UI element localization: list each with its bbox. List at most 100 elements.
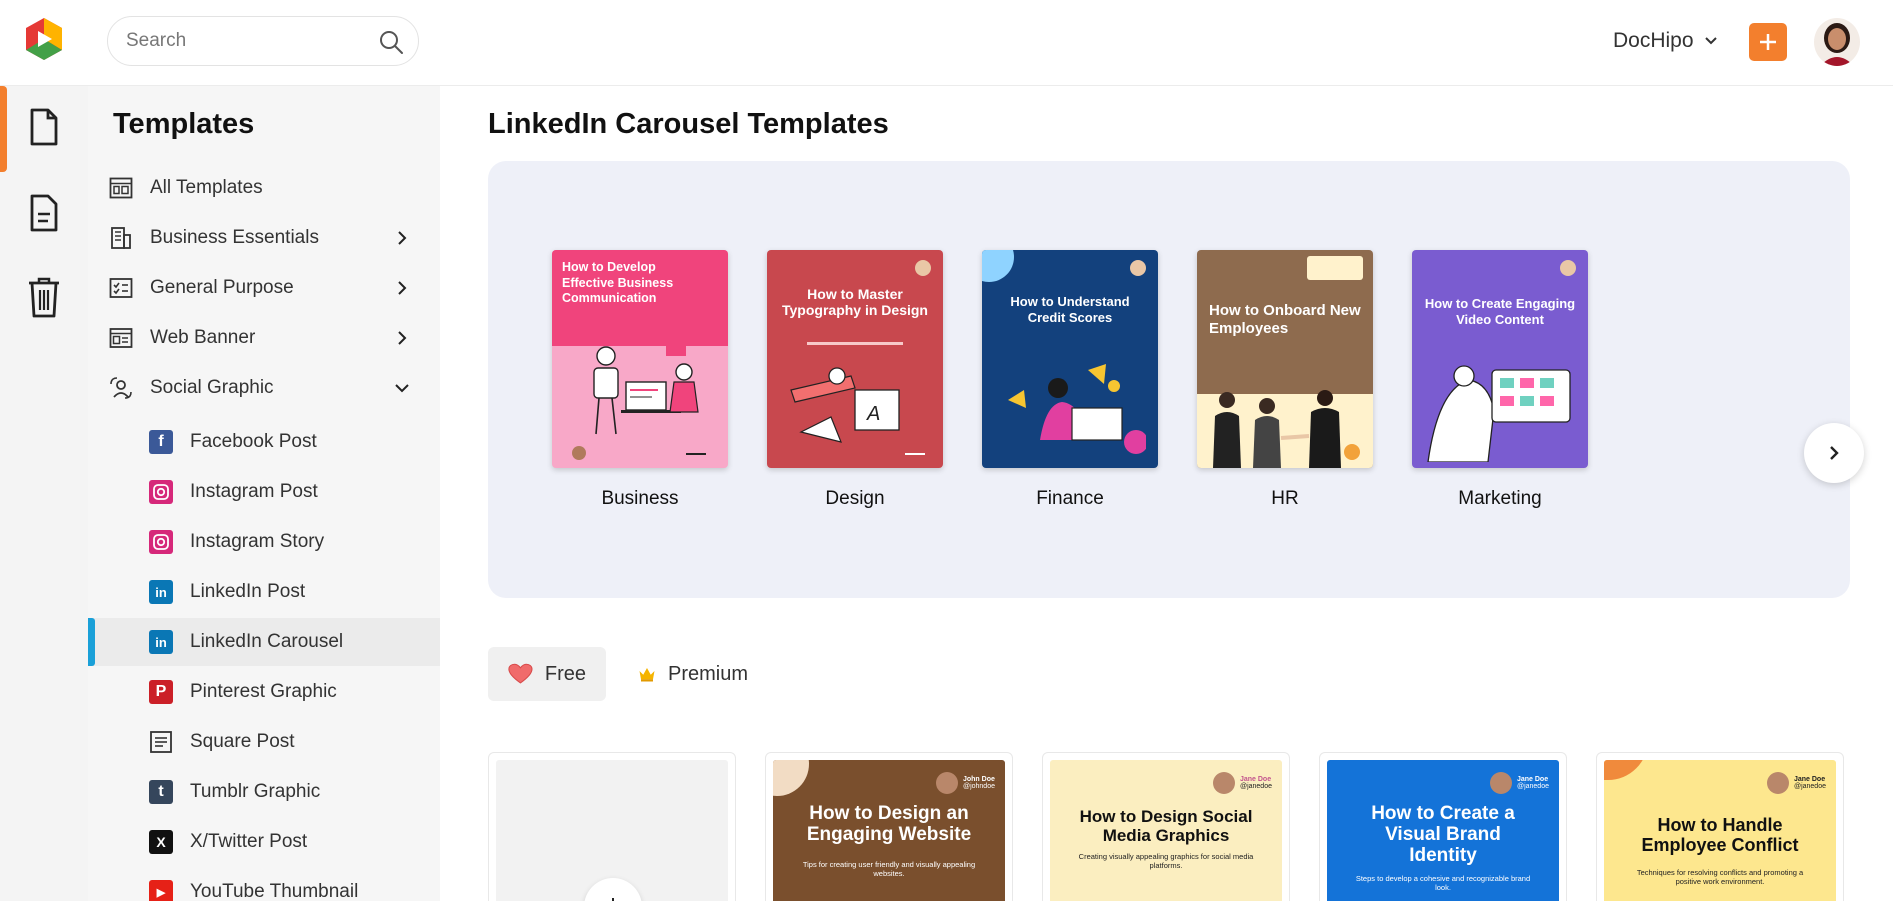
category-label: Marketing	[1458, 488, 1542, 509]
sidebar-item-linkedin-carousel[interactable]: in LinkedIn Carousel	[88, 618, 440, 666]
sidebar-item-pinterest-graphic[interactable]: P Pinterest Graphic	[88, 668, 440, 716]
sidebar-item-social-graphic[interactable]: Social Graphic	[88, 364, 440, 412]
template-subtitle: Steps to develop a cohesive and recogniz…	[1355, 874, 1531, 892]
rail-active-indicator	[0, 86, 7, 172]
author-handle: @johndoe	[962, 783, 995, 790]
category-card-business[interactable]: How to Develop Effective Business Commun…	[552, 250, 728, 510]
category-label: Design	[825, 488, 885, 509]
filter-free[interactable]: Free	[488, 647, 606, 701]
pinterest-icon: P	[149, 680, 173, 704]
sidebar-item-label: Facebook Post	[190, 431, 317, 452]
author-handle: @janedoe	[1793, 783, 1826, 790]
template-card-blank[interactable]	[488, 752, 736, 901]
category-thumbnail: How to Create Engaging Video Content	[1412, 250, 1588, 468]
sidebar-item-square-post[interactable]: Square Post	[88, 718, 440, 766]
template-card[interactable]: John Doe @johndoe How to Design an Engagi…	[765, 752, 1013, 901]
left-rail	[0, 86, 88, 901]
chevron-down-icon	[395, 384, 409, 393]
heart-icon	[508, 663, 533, 684]
chevron-right-icon	[1830, 446, 1839, 460]
search-box[interactable]	[107, 16, 419, 66]
template-title: How to Handle Employee Conflict	[1641, 815, 1799, 855]
banner-icon	[109, 328, 133, 348]
youtube-icon: ▶	[149, 880, 173, 901]
sidebar-item-general-purpose[interactable]: General Purpose	[88, 264, 440, 312]
add-blank-button[interactable]	[584, 878, 642, 901]
workspace-dropdown[interactable]: DocHipo	[1613, 26, 1718, 56]
workspace-name: DocHipo	[1613, 29, 1694, 52]
category-thumbnail: How to Master Typography in Design A	[767, 250, 943, 468]
sidebar-title: Templates	[113, 108, 255, 140]
crown-icon	[639, 668, 655, 682]
template-card[interactable]: Jane Doe @janedoe How to Create a Visual …	[1319, 752, 1567, 901]
chevron-right-icon	[398, 281, 407, 295]
sidebar-item-linkedin-post[interactable]: in LinkedIn Post	[88, 568, 440, 616]
sidebar-item-instagram-story[interactable]: Instagram Story	[88, 518, 440, 566]
sidebar-item-web-banner[interactable]: Web Banner	[88, 314, 440, 362]
plus-icon	[612, 898, 614, 901]
chevron-down-icon	[1704, 37, 1717, 45]
search-input[interactable]	[126, 17, 366, 65]
linkedin-icon: in	[149, 580, 173, 604]
sidebar-item-label: LinkedIn Post	[190, 581, 306, 602]
instagram-icon	[149, 480, 173, 504]
author-name: John Doe	[962, 776, 995, 783]
template-title: How to Design Social Media Graphics	[1079, 807, 1253, 845]
category-card-finance[interactable]: How to Understand Credit Scores Finance	[982, 250, 1158, 510]
chevron-right-icon	[398, 231, 407, 245]
sidebar-item-label: Web Banner	[150, 327, 256, 348]
building-icon	[111, 227, 131, 249]
sidebar-item-label: Tumblr Graphic	[190, 781, 321, 802]
template-thumbnail: John Doe @johndoe How to Design an Engagi…	[773, 760, 1005, 901]
create-new-button[interactable]	[1749, 23, 1787, 61]
sidebar-item-label: Pinterest Graphic	[190, 681, 337, 702]
sidebar-item-label: Business Essentials	[150, 227, 319, 248]
category-carousel: How to Develop Effective Business Commun…	[488, 161, 1864, 598]
linkedin-icon: in	[149, 630, 173, 654]
author-handle: @janedoe	[1516, 783, 1549, 790]
grid-icon	[109, 177, 133, 199]
rail-files[interactable]	[24, 190, 64, 236]
dochipo-logo-icon[interactable]	[22, 16, 66, 62]
template-title: How to Design an Engaging Website	[806, 803, 972, 845]
author-avatar	[1212, 772, 1235, 794]
category-thumbnail: How to Understand Credit Scores	[982, 250, 1158, 468]
category-thumbnail: How to Develop Effective Business Commun…	[552, 250, 728, 468]
filter-premium[interactable]: Premium	[618, 647, 768, 701]
carousel-next-button[interactable]	[1804, 423, 1864, 483]
sidebar-item-all-templates[interactable]: All Templates	[88, 164, 440, 212]
square-post-icon	[150, 731, 172, 753]
author-avatar	[1489, 772, 1512, 794]
sidebar-item-instagram-post[interactable]: Instagram Post	[88, 468, 440, 516]
search-icon[interactable]	[378, 29, 404, 55]
author-name: Jane Doe	[1239, 776, 1272, 783]
instagram-icon	[149, 530, 173, 554]
sidebar-item-facebook-post[interactable]: f Facebook Post	[88, 418, 440, 466]
category-card-marketing[interactable]: How to Create Engaging Video Content Mar…	[1412, 250, 1588, 510]
sidebar-item-youtube-thumbnail[interactable]: ▶ YouTube Thumbnail	[88, 868, 440, 901]
sidebar-item-tumblr-graphic[interactable]: t Tumblr Graphic	[88, 768, 440, 816]
main-content: LinkedIn Carousel Templates How to Devel…	[440, 86, 1893, 901]
category-card-design[interactable]: How to Master Typography in Design A Des…	[767, 250, 943, 510]
author-name: Jane Doe	[1793, 776, 1826, 783]
filter-free-label: Free	[544, 662, 586, 685]
document-icon	[30, 108, 58, 146]
author-handle: @janedoe	[1239, 783, 1272, 790]
template-subtitle: Tips for creating user friendly and visu…	[802, 860, 976, 878]
author-name: Jane Doe	[1516, 776, 1549, 783]
user-avatar[interactable]	[1814, 18, 1860, 66]
template-thumbnail: Jane Doe @janedoe How to Create a Visual …	[1327, 760, 1559, 901]
template-thumbnail	[496, 760, 728, 901]
rail-documents[interactable]	[24, 104, 64, 150]
category-card-hr[interactable]: How to Onboard New Employees HR	[1197, 250, 1373, 510]
sidebar-item-x-twitter-post[interactable]: X X/Twitter Post	[88, 818, 440, 866]
template-subtitle: Techniques for resolving conflicts and p…	[1636, 868, 1804, 886]
sidebar-item-label: X/Twitter Post	[190, 831, 308, 852]
category-thumbnail: How to Onboard New Employees	[1197, 250, 1373, 468]
x-icon: X	[149, 830, 173, 854]
template-subtitle: Creating visually appealing graphics for…	[1078, 852, 1254, 870]
sidebar-item-business-essentials[interactable]: Business Essentials	[88, 214, 440, 262]
template-card[interactable]: Jane Doe @janedoe How to Design Social Me…	[1042, 752, 1290, 901]
template-card[interactable]: Jane Doe @janedoe How to Handle Employee …	[1596, 752, 1844, 901]
rail-trash[interactable]	[24, 274, 64, 320]
